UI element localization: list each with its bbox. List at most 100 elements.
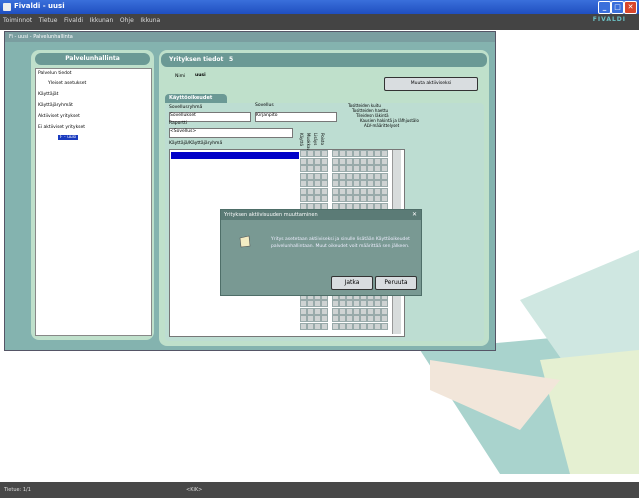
permission-checkbox[interactable] — [321, 300, 328, 307]
tree-item-aktiiviset-yritykset[interactable]: Aktiiviset yritykset — [38, 114, 80, 119]
permission-checkbox[interactable] — [314, 165, 321, 172]
permission-checkbox[interactable] — [314, 157, 321, 165]
permission-checkbox[interactable] — [339, 157, 346, 165]
permission-checkbox[interactable] — [353, 300, 360, 307]
permission-checkbox[interactable] — [307, 322, 314, 330]
permission-checkbox[interactable] — [346, 150, 353, 157]
permission-checkbox[interactable] — [381, 157, 388, 165]
permission-checkbox[interactable] — [360, 300, 367, 307]
peruuta-button[interactable]: Peruuta — [375, 276, 417, 290]
selected-row[interactable] — [171, 152, 299, 159]
permission-checkbox[interactable] — [346, 157, 353, 165]
permission-checkbox[interactable] — [367, 322, 374, 330]
permission-checkbox[interactable] — [367, 172, 374, 180]
permission-checkbox[interactable] — [332, 180, 339, 187]
permission-checkbox[interactable] — [360, 307, 367, 315]
permission-checkbox[interactable] — [367, 150, 374, 157]
permission-checkbox[interactable] — [339, 150, 346, 157]
permission-checkbox[interactable] — [346, 300, 353, 307]
permission-checkbox[interactable] — [374, 165, 381, 172]
permission-checkbox[interactable] — [360, 172, 367, 180]
permission-checkbox[interactable] — [367, 165, 374, 172]
permission-checkbox[interactable] — [300, 157, 307, 165]
maximize-button[interactable]: □ — [611, 1, 624, 14]
dialog-close-icon[interactable]: ✕ — [412, 211, 417, 218]
permission-checkbox[interactable] — [339, 172, 346, 180]
permission-checkbox[interactable] — [346, 322, 353, 330]
permission-checkbox[interactable] — [300, 300, 307, 307]
permission-checkbox[interactable] — [321, 180, 328, 187]
permission-checkbox[interactable] — [360, 180, 367, 187]
raportti-select[interactable]: <Sovellus> — [169, 128, 293, 138]
permission-checkbox[interactable] — [332, 322, 339, 330]
permission-checkbox[interactable] — [307, 315, 314, 322]
menu-tietue[interactable]: Tietue — [39, 17, 58, 24]
permission-checkbox[interactable] — [353, 322, 360, 330]
permission-checkbox[interactable] — [360, 150, 367, 157]
permission-checkbox[interactable] — [374, 187, 381, 195]
permission-checkbox[interactable] — [307, 180, 314, 187]
permission-checkbox[interactable] — [300, 150, 307, 157]
permission-checkbox[interactable] — [381, 322, 388, 330]
permission-checkbox[interactable] — [307, 150, 314, 157]
permission-checkbox[interactable] — [314, 195, 321, 202]
permission-checkbox[interactable] — [346, 187, 353, 195]
permission-checkbox[interactable] — [314, 307, 321, 315]
permission-checkbox[interactable] — [367, 195, 374, 202]
tree-item-kayttajat[interactable]: Käyttäjät — [38, 92, 58, 97]
permission-checkbox[interactable] — [374, 180, 381, 187]
permission-checkbox[interactable] — [346, 315, 353, 322]
permission-checkbox[interactable] — [360, 187, 367, 195]
permission-checkbox[interactable] — [360, 165, 367, 172]
permission-checkbox[interactable] — [314, 322, 321, 330]
permission-checkbox[interactable] — [332, 195, 339, 202]
permission-checkbox[interactable] — [339, 307, 346, 315]
permission-checkbox[interactable] — [346, 307, 353, 315]
permission-checkbox[interactable] — [314, 300, 321, 307]
permission-checkbox[interactable] — [314, 150, 321, 157]
permission-checkbox[interactable] — [353, 195, 360, 202]
permission-checkbox[interactable] — [307, 187, 314, 195]
permission-checkbox[interactable] — [353, 150, 360, 157]
permission-checkbox[interactable] — [367, 307, 374, 315]
permission-checkbox[interactable] — [346, 172, 353, 180]
permission-checkbox[interactable] — [314, 187, 321, 195]
permission-checkbox[interactable] — [321, 157, 328, 165]
permission-checkbox[interactable] — [353, 307, 360, 315]
permission-checkbox[interactable] — [353, 172, 360, 180]
permission-checkbox[interactable] — [300, 315, 307, 322]
permission-checkbox[interactable] — [321, 315, 328, 322]
tree-item-palvelun-tiedot[interactable]: Palvelun tiedot — [38, 71, 72, 76]
permission-checkbox[interactable] — [374, 315, 381, 322]
permission-checkbox[interactable] — [353, 180, 360, 187]
jatka-button[interactable]: Jatka — [331, 276, 373, 290]
tree-item-ei-aktiiviset[interactable]: Ei aktiiviset yritykset — [38, 125, 85, 130]
permission-checkbox[interactable] — [367, 180, 374, 187]
permission-checkbox[interactable] — [381, 315, 388, 322]
permission-checkbox[interactable] — [360, 195, 367, 202]
permission-checkbox[interactable] — [332, 150, 339, 157]
permission-checkbox[interactable] — [346, 180, 353, 187]
permission-checkbox[interactable] — [381, 165, 388, 172]
permission-checkbox[interactable] — [381, 195, 388, 202]
permission-checkbox[interactable] — [314, 180, 321, 187]
permission-checkbox[interactable] — [381, 172, 388, 180]
permission-checkbox[interactable] — [307, 195, 314, 202]
permission-checkbox[interactable] — [300, 172, 307, 180]
permission-checkbox[interactable] — [374, 172, 381, 180]
permission-checkbox[interactable] — [300, 187, 307, 195]
permission-checkbox[interactable] — [353, 187, 360, 195]
permission-checkbox[interactable] — [321, 195, 328, 202]
close-button[interactable]: ✕ — [624, 1, 637, 14]
permission-checkbox[interactable] — [381, 187, 388, 195]
permission-checkbox[interactable] — [339, 315, 346, 322]
permission-checkbox[interactable] — [367, 157, 374, 165]
permission-checkbox[interactable] — [339, 180, 346, 187]
permission-checkbox[interactable] — [332, 157, 339, 165]
permission-checkbox[interactable] — [321, 172, 328, 180]
permission-checkbox[interactable] — [374, 157, 381, 165]
permission-checkbox[interactable] — [321, 187, 328, 195]
permission-checkbox[interactable] — [307, 165, 314, 172]
permission-checkbox[interactable] — [346, 165, 353, 172]
permission-checkbox[interactable] — [307, 172, 314, 180]
